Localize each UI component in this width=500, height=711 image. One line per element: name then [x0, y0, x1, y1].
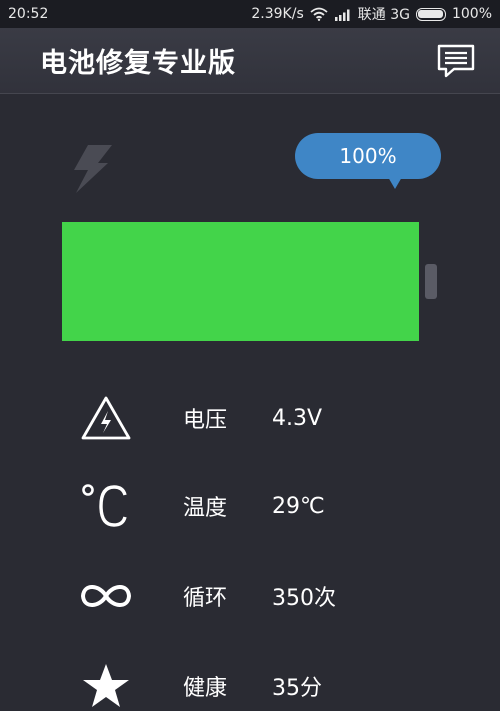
chat-bubble-icon [437, 44, 475, 77]
stat-value: 350次 [272, 586, 336, 611]
stat-label: 循环 [183, 586, 228, 611]
bubble-tail [388, 177, 402, 189]
stat-row-voltage: 电压 4.3V [0, 388, 500, 448]
signal-icon [334, 8, 352, 21]
lightning-icon [66, 143, 118, 199]
battery-percent-label: 100% [339, 144, 397, 168]
battery-icon [415, 7, 446, 21]
infinity-icon [78, 568, 134, 624]
stat-label: 电压 [183, 408, 228, 433]
stat-value: 35分 [272, 676, 322, 701]
app-title: 电池修复专业版 [40, 48, 236, 79]
battery-gauge [62, 222, 419, 341]
battery-percent-bubble: 100% [295, 133, 441, 179]
status-right: 2.39K/s 联通 3G 100% [251, 4, 492, 24]
carrier-label: 联通 3G [357, 7, 410, 23]
feedback-button[interactable] [434, 41, 478, 81]
stat-row-temperature: 温度 29℃ [0, 476, 500, 536]
status-bar: 20:52 2.39K/s 联通 3G 100% [0, 0, 500, 28]
battery-terminal [425, 264, 437, 299]
stat-row-health: 健康 35分 [0, 656, 500, 711]
celsius-icon [78, 478, 134, 534]
wifi-icon [310, 7, 328, 21]
network-speed: 2.39K/s [251, 6, 304, 22]
stat-row-cycles: 循环 350次 [0, 566, 500, 626]
status-time: 20:52 [8, 6, 49, 22]
stat-label: 温度 [183, 496, 228, 521]
app-bar: 电池修复专业版 [0, 28, 500, 94]
stat-value: 29℃ [272, 493, 325, 519]
battery-percent: 100% [451, 6, 492, 22]
star-icon [78, 658, 134, 711]
battery-fill [62, 222, 419, 341]
stat-label: 健康 [183, 676, 228, 701]
high-voltage-icon [78, 390, 134, 446]
stat-value: 4.3V [272, 405, 323, 431]
